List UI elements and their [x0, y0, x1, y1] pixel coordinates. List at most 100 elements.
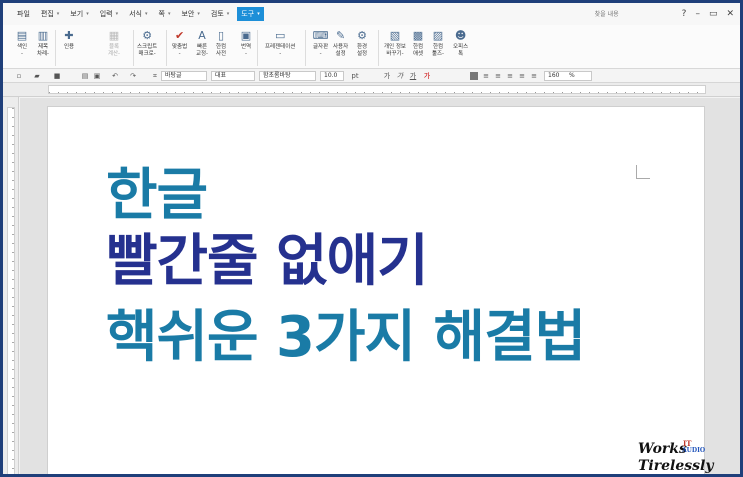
margin-corner-mark [636, 165, 650, 179]
zoom-unit: % [569, 72, 575, 79]
ribbon-button-5[interactable]: ✔ 맞춤법 - [172, 28, 187, 58]
ribbon-button-sublabel: 매크로- [138, 51, 156, 57]
works-tirelessly-logo: Works IT AUDIO Tirelessly [638, 439, 713, 474]
style-select[interactable]: 바탕글 [161, 71, 207, 81]
user-settings-icon: ✎ [335, 28, 346, 42]
menu-item-label: 입력 [99, 10, 113, 18]
ribbon-separator [257, 30, 258, 66]
ribbon-button-13[interactable]: ▧ 개인 정보 바꾸기- [384, 28, 406, 58]
ribbon-button-sublabel: 교정- [195, 51, 209, 57]
menu-item-label: 보안 [181, 10, 195, 18]
search-input[interactable] [594, 8, 673, 20]
quick-correct-icon: A [198, 28, 206, 42]
align-distribute-icon[interactable]: ≡ [518, 72, 526, 80]
redo-icon[interactable]: ↷ [129, 72, 137, 80]
ribbon-button-11[interactable]: ✎ 사용자 설정 [333, 28, 348, 58]
ribbon-button-15[interactable]: ▨ 한컴 툴즈- [431, 28, 445, 58]
menu-item-5[interactable]: 쪽 ▾ [159, 9, 171, 19]
ribbon-button-3[interactable]: ▦ 블록 계산- [107, 28, 121, 58]
presentation-icon: ▭ [274, 28, 286, 42]
asset-icon: ▩ [412, 28, 424, 42]
ribbon-button-6[interactable]: A 빠른 교정- [195, 28, 209, 58]
chevron-down-icon: ▾ [257, 11, 260, 17]
logo-word-tirelessly: Tirelessly [638, 458, 714, 474]
font-color-icon[interactable]: 가 [423, 72, 431, 80]
menu-right-area: ? – ▭ ✕ [594, 8, 734, 20]
new-document-icon[interactable]: ▫ [15, 72, 23, 80]
ruler-scale [48, 85, 706, 94]
menu-item-label: 도구 [241, 10, 255, 18]
menu-item-2[interactable]: 보기 ▾ [70, 9, 88, 19]
logo-audio: AUDIO [682, 447, 706, 454]
chevron-down-icon: ▾ [86, 11, 89, 17]
ribbon-button-sublabel: 바꾸기- [386, 51, 404, 57]
undo-icon[interactable]: ↶ [111, 72, 119, 80]
align-split-icon[interactable]: ≡ [530, 72, 538, 80]
ribbon-button-sublabel: - [178, 51, 181, 57]
ribbon-button-12[interactable]: ⚙ 환경 설정 [355, 28, 369, 58]
italic-icon[interactable]: 가 [396, 72, 404, 80]
restore-icon[interactable]: ▭ [709, 9, 718, 19]
language-select[interactable]: 대표 [211, 71, 255, 81]
ribbon-button-16[interactable]: ☻ 오피스 톡 [453, 28, 468, 58]
underline-icon[interactable]: 가 [409, 72, 417, 80]
logo-word-works: Works [638, 441, 687, 457]
menu-item-label: 파일 [17, 10, 30, 18]
document-page[interactable]: 한글 빨간줄 없애기 핵쉬운 3가지 해결법 Works IT AUDIO Ti… [47, 106, 713, 474]
toc-icon: ▥ [37, 28, 49, 42]
ribbon-button-sublabel: - [319, 51, 322, 57]
menu-item-0[interactable]: 파일 [17, 9, 30, 19]
vertical-ruler[interactable] [3, 97, 19, 474]
align-right-icon[interactable]: ≡ [506, 72, 514, 80]
menu-item-1[interactable]: 편집 ▾ [41, 9, 59, 19]
translate-icon: ▣ [240, 28, 252, 42]
ribbon-button-1[interactable]: ▥ 제목 차례- [36, 28, 50, 58]
preview-icon[interactable]: ▣ [93, 72, 101, 80]
horizontal-ruler[interactable] [3, 83, 740, 97]
ribbon-button-label: 사용자 [333, 44, 349, 50]
ribbon-button-4[interactable]: ⚙ 스크립트 매크로- [137, 28, 157, 58]
index-icon: ▤ [16, 28, 28, 42]
document-workspace[interactable]: 한글 빨간줄 없애기 핵쉬운 3가지 해결법 Works IT AUDIO Ti… [20, 98, 740, 474]
citation-icon: ✚ [64, 28, 74, 42]
minimize-icon[interactable]: – [695, 9, 700, 19]
ribbon-button-sublabel: - [21, 51, 23, 57]
font-size-input[interactable]: 10.0 [320, 71, 344, 81]
format-painter-icon[interactable]: ⌗ [151, 72, 159, 80]
menu-item-7[interactable]: 검토 ▾ [211, 9, 229, 19]
align-center-icon[interactable]: ≡ [494, 72, 502, 80]
ribbon-button-14[interactable]: ▩ 한컴 애셋 [411, 28, 425, 58]
menu-item-3[interactable]: 입력 ▾ [100, 9, 118, 19]
open-folder-icon[interactable]: ▰ [33, 72, 41, 80]
menu-item-label: 쪽 [158, 10, 165, 18]
menu-item-8[interactable]: 도구 ▾ [237, 7, 264, 21]
close-icon[interactable]: ✕ [726, 9, 734, 19]
menu-item-label: 보기 [70, 10, 84, 18]
ribbon-button-10[interactable]: ⌨ 글자판 - [313, 28, 329, 58]
menu-item-label: 서식 [129, 10, 142, 18]
chevron-down-icon: ▾ [197, 11, 200, 17]
chevron-down-icon: ▾ [167, 11, 171, 17]
align-justify-icon[interactable] [470, 72, 478, 80]
ribbon-button-label: 인용 [63, 44, 75, 50]
ribbon-button-9[interactable]: ▭ 프레젠테이션 - [265, 28, 295, 58]
ribbon-button-label: 스크립트 [137, 44, 158, 50]
bold-icon[interactable]: 가 [383, 72, 391, 80]
help-icon[interactable]: ? [682, 9, 687, 19]
font-select[interactable]: 함초롬바탕 [259, 71, 316, 81]
zoom-input[interactable]: 160 % [544, 71, 592, 81]
ribbon-button-8[interactable]: ▣ 번역 - [239, 28, 253, 58]
align-left-icon[interactable]: ≡ [482, 72, 490, 80]
chevron-down-icon: ▾ [226, 11, 230, 17]
ribbon-button-7[interactable]: ▯ 한컴 사전 [214, 28, 228, 58]
ribbon-button-label: 글자판 [313, 44, 329, 50]
ribbon-button-0[interactable]: ▤ 색인 - [15, 28, 29, 58]
ribbon-button-label: 맞춤법 [172, 44, 188, 50]
print-icon[interactable]: ▤ [81, 72, 89, 80]
menu-item-6[interactable]: 보안 ▾ [181, 9, 199, 19]
menu-item-4[interactable]: 서식 ▾ [129, 9, 147, 19]
ribbon-button-label: 한컴 [412, 44, 424, 50]
save-icon[interactable]: ■ [53, 72, 61, 80]
ribbon-button-2[interactable]: ✚ 인용 [62, 28, 76, 51]
formatting-toolbar: ▫ ▰ ■ ▤ ▣ ↶ ↷ ⌗ 바탕글 대표 함초롬바탕 10.0 pt 가 가… [3, 69, 740, 83]
